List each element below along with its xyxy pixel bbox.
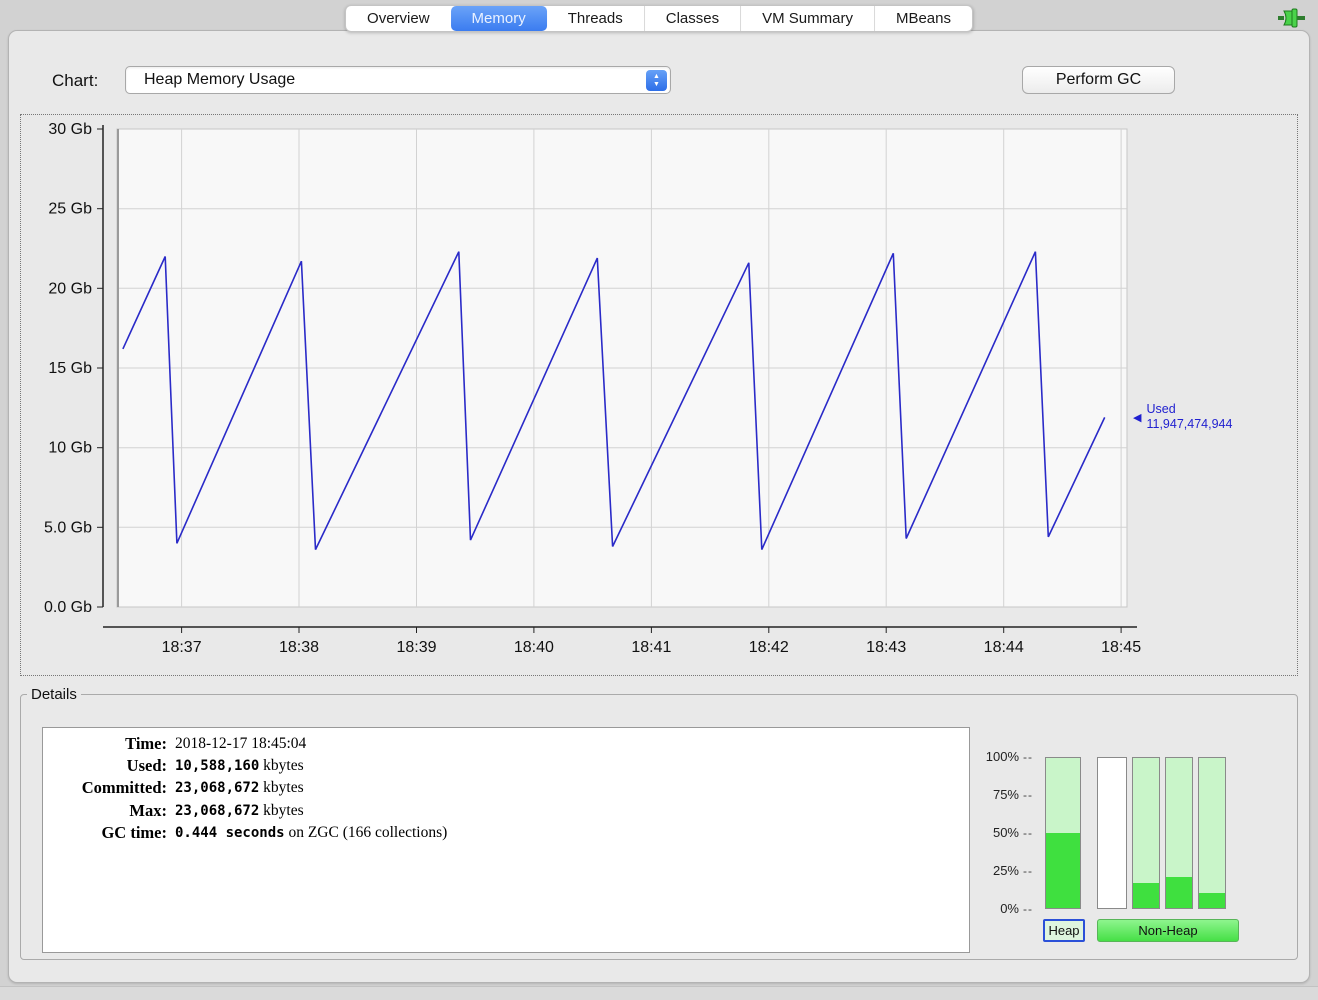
percent-tick-label: 25%	[992, 863, 1019, 878]
x-tick-label: 18:38	[279, 639, 319, 656]
details-row-label: Committed:	[81, 778, 167, 797]
details-rows: Time: 2018-12-17 18:45:04 Used: 10,588,160 …	[43, 728, 969, 850]
memory-pool-bar-pool-4[interactable]	[1165, 757, 1193, 909]
x-tick-label: 18:42	[749, 639, 789, 656]
percent-tick-mark: --	[1023, 750, 1033, 764]
memory-pool-bar-pool-3[interactable]	[1132, 757, 1160, 909]
tab-classes[interactable]: Classes	[643, 6, 740, 31]
y-tick-label: 0.0 Gb	[44, 599, 92, 616]
percent-tick-mark: --	[1023, 788, 1033, 802]
percent-tick-label: 0%	[1000, 901, 1019, 916]
pool-bar-fill	[1133, 882, 1159, 908]
x-tick-label: 18:43	[866, 639, 906, 656]
connection-plug-icon[interactable]	[1278, 7, 1306, 29]
x-tick-label: 18:40	[514, 639, 554, 656]
percent-tick-label: 75%	[992, 787, 1019, 802]
tab-bar: Overview Memory Threads Classes VM Summary MB…	[345, 5, 973, 32]
percent-tick-label: 50%	[992, 825, 1019, 840]
y-tick-label: 5.0 Gb	[44, 519, 92, 536]
x-tick-label: 18:45	[1101, 639, 1141, 656]
details-legend: Details	[31, 686, 77, 703]
pool-bar-fill	[1166, 876, 1192, 908]
tab-memory[interactable]: Memory	[450, 6, 547, 31]
x-tick-label: 18:41	[631, 639, 671, 656]
details-row-label: Time:	[125, 734, 167, 753]
percent-tick-mark: --	[1023, 826, 1033, 840]
pool-bar-fill	[1046, 833, 1080, 908]
chart-select-value: Heap Memory Usage	[144, 71, 296, 88]
details-row-value: 0.444 seconds on ZGC (166 collections)	[175, 824, 448, 841]
tab-overview[interactable]: Overview	[346, 6, 451, 31]
percent-tick-mark: --	[1023, 902, 1033, 916]
details-row-value: 10,588,160 kbytes	[175, 756, 304, 774]
details-row-value: 23,068,672 kbytes	[175, 801, 304, 819]
memory-pool-bar-pool-5[interactable]	[1198, 757, 1226, 909]
y-tick-label: 10 Gb	[48, 440, 92, 457]
x-tick-label: 18:39	[396, 639, 436, 656]
details-row-label: Max:	[129, 800, 167, 820]
percent-tick-label: 100%	[985, 749, 1019, 764]
x-tick-label: 18:37	[162, 639, 202, 656]
chart-select[interactable]: Heap Memory Usage ▲ ▼	[125, 66, 671, 94]
y-tick-label: 25 Gb	[48, 201, 92, 218]
memory-pool-bar-pool-2[interactable]	[1097, 757, 1127, 909]
chart-label: Chart:	[52, 71, 99, 90]
perform-gc-button[interactable]: Perform GC	[1022, 66, 1175, 94]
tab-threads[interactable]: Threads	[547, 6, 644, 31]
used-indicator-value: 11,947,474,944	[1146, 417, 1233, 431]
details-row-label: Used:	[126, 755, 167, 775]
y-tick-label: 15 Gb	[48, 360, 92, 377]
details-row-label: GC time:	[101, 823, 167, 842]
details-row-value: 2018-12-17 18:45:04	[175, 735, 307, 752]
details-group: Details Time: 2018-12-17 18:45:04 Used: 10,…	[20, 686, 1298, 960]
memory-chart-panel: 30 Gb 25 Gb 20 Gb 15 Gb 10 Gb 5.0 Gb 0.0 Gb 18:…	[20, 114, 1298, 676]
x-tick-label: 18:44	[984, 639, 1024, 656]
pool-bar-fill	[1199, 893, 1225, 908]
memory-pool-bar-heap[interactable]	[1045, 757, 1081, 909]
nonheap-button[interactable]: Non-Heap	[1097, 919, 1239, 942]
percent-tick-mark: --	[1023, 864, 1033, 878]
heap-button[interactable]: Heap	[1043, 919, 1085, 942]
used-arrow-icon: ◀	[1133, 412, 1142, 424]
y-tick-label: 20 Gb	[48, 280, 92, 297]
window-footer	[0, 986, 1318, 1000]
details-text-panel: Time: 2018-12-17 18:45:04 Used: 10,588,160 …	[42, 727, 970, 953]
tab-vm-summary[interactable]: VM Summary	[740, 6, 874, 31]
heap-usage-chart: 30 Gb 25 Gb 20 Gb 15 Gb 10 Gb 5.0 Gb 0.0 Gb 18:…	[44, 121, 1141, 656]
used-indicator: ◀ Used 11,947,474,944	[1133, 402, 1232, 432]
details-row-value: 23,068,672 kbytes	[175, 779, 304, 796]
combo-stepper-icon[interactable]: ▲ ▼	[646, 70, 667, 91]
y-tick-label: 30 Gb	[48, 121, 92, 138]
memory-pool-bars-panel: 100% -- 75% -- 50% -- 25% -- 0% -- Heap Non-Heap	[973, 749, 1273, 971]
used-indicator-label: Used	[1146, 402, 1176, 416]
tab-mbeans[interactable]: MBeans	[873, 6, 972, 31]
